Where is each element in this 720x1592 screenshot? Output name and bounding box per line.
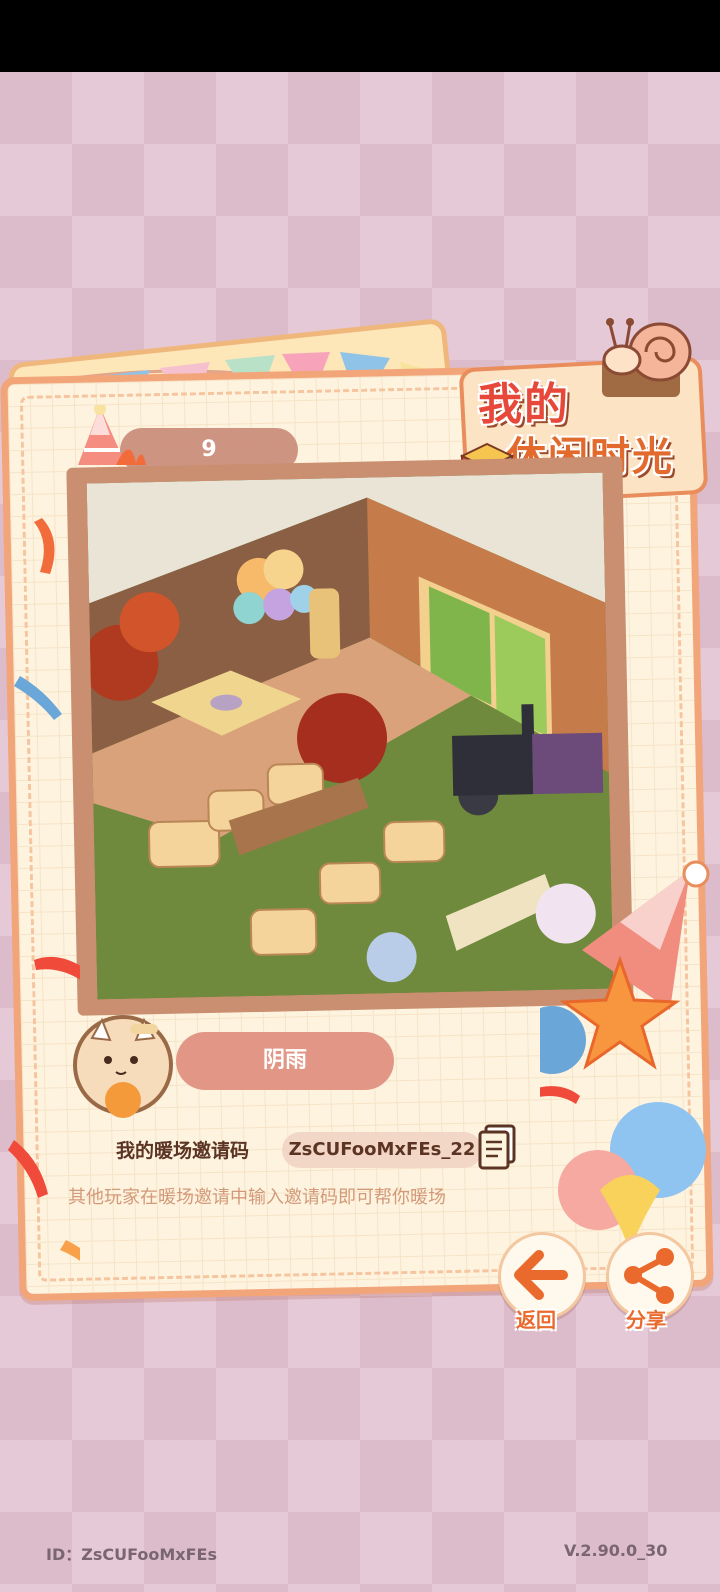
snail-icon [602,318,692,397]
player-id: ID：ZsCUFooMxFEs [46,1545,217,1564]
copy-icon[interactable] [478,1124,518,1170]
room-scene-image [86,472,614,1000]
weather-label: 阴雨 [262,1048,307,1073]
invite-code-value: ZsCUFooMxFEs_22 [288,1139,476,1160]
back-button-label[interactable]: 返回 [516,1304,556,1333]
star-icon [560,860,710,1070]
invite-hint-text: 其他玩家在暖场邀请中输入邀请码即可帮你暖场 [68,1187,446,1208]
invite-code-label: 我的暖场邀请码 [116,1140,250,1162]
share-button-label[interactable]: 分享 [626,1304,666,1333]
confetti-left [8,518,80,1261]
version-label: V.2.90.0_30 [564,1541,668,1560]
avatar [73,1015,173,1118]
status-bar [0,0,720,72]
title-line-1: 我的 [478,379,570,430]
